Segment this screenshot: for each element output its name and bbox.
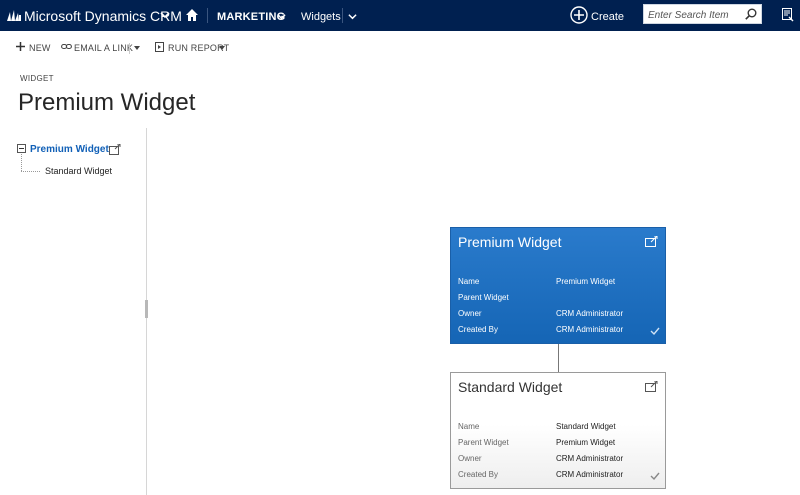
checkmark-icon — [650, 472, 660, 481]
dynamics-logo-icon — [7, 10, 21, 21]
open-popout-icon[interactable] — [645, 236, 658, 247]
subarea-menu[interactable]: Widgets — [301, 11, 341, 23]
field-label: Parent Widget — [458, 293, 509, 302]
field-value: CRM Administrator — [556, 309, 624, 318]
tile-title: Standard Widget — [458, 379, 563, 395]
new-button[interactable]: NEW — [29, 43, 51, 53]
email-link-button[interactable]: EMAIL A LINK — [74, 43, 133, 53]
open-popout-icon[interactable] — [645, 381, 658, 392]
field-label: Created By — [458, 325, 499, 334]
checkmark-icon — [650, 327, 660, 336]
chevron-down-icon[interactable] — [160, 10, 170, 20]
field-label: Owner — [458, 454, 482, 463]
field-label: Owner — [458, 309, 482, 318]
chevron-down-icon[interactable] — [277, 12, 286, 21]
hierarchy-tree-pane — [0, 128, 147, 495]
field-value: CRM Administrator — [556, 470, 624, 479]
field-value: Premium Widget — [556, 277, 616, 286]
command-bar: NEW EMAIL A LINK RUN REPORT — [0, 37, 300, 59]
nav-divider — [207, 8, 208, 23]
search-icon[interactable] — [745, 8, 757, 20]
hierarchy-connector-line — [558, 344, 559, 372]
nav-divider — [342, 8, 343, 23]
search-input[interactable]: Enter Search Item — [648, 10, 729, 21]
field-value: Premium Widget — [556, 438, 616, 447]
home-icon[interactable] — [186, 9, 198, 21]
pane-splitter-handle[interactable] — [145, 300, 148, 318]
hierarchy-tile-selected[interactable]: Premium Widget Name Premium Widget Paren… — [450, 227, 666, 344]
collapse-icon[interactable] — [17, 144, 26, 153]
top-nav-bar: Microsoft Dynamics CRM MARKETING Widgets… — [0, 0, 800, 31]
advanced-find-icon[interactable] — [782, 8, 794, 22]
page-title: Premium Widget — [18, 89, 196, 116]
field-value: CRM Administrator — [556, 454, 624, 463]
field-label: Created By — [458, 470, 499, 479]
entity-label: WIDGET — [20, 74, 54, 83]
area-menu[interactable]: MARKETING — [217, 11, 285, 23]
hierarchy-tile[interactable]: Standard Widget Name Standard Widget Par… — [450, 372, 666, 489]
tree-child-item[interactable]: Standard Widget — [45, 166, 112, 176]
field-value: CRM Administrator — [556, 325, 624, 334]
tree-root-item[interactable]: Premium Widget — [30, 144, 109, 155]
caret-down-icon[interactable] — [219, 46, 225, 50]
field-label: Name — [458, 422, 480, 431]
plus-icon[interactable] — [16, 42, 25, 51]
tile-title: Premium Widget — [458, 234, 562, 250]
field-label: Name — [458, 277, 480, 286]
link-icon[interactable] — [61, 42, 72, 51]
field-label: Parent Widget — [458, 438, 509, 447]
tree-connector — [21, 154, 22, 171]
search-box[interactable]: Enter Search Item — [643, 4, 762, 24]
command-divider — [129, 43, 130, 54]
chevron-down-icon[interactable] — [348, 12, 357, 21]
caret-down-icon[interactable] — [134, 46, 140, 50]
app-name[interactable]: Microsoft Dynamics CRM — [24, 8, 182, 24]
field-value: Standard Widget — [556, 422, 616, 431]
create-button[interactable]: Create — [591, 11, 624, 23]
open-popout-icon[interactable] — [109, 144, 121, 155]
create-plus-icon[interactable] — [570, 6, 588, 24]
report-icon[interactable] — [155, 42, 164, 52]
tree-connector — [21, 171, 40, 172]
